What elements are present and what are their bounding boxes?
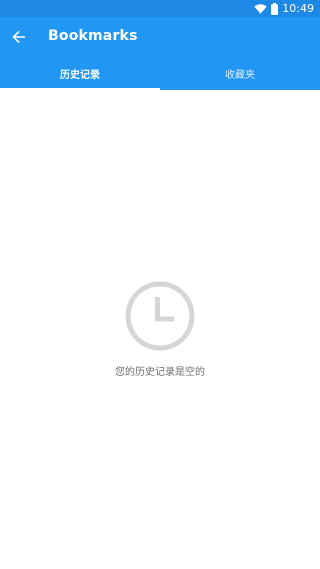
status-right: 10:49	[254, 1, 314, 16]
back-button[interactable]	[6, 24, 32, 50]
tab-indicator	[0, 88, 160, 90]
arrow-back-icon	[12, 30, 26, 44]
tab-bar: 历史记录 收藏夹	[0, 58, 320, 90]
tab-history[interactable]: 历史记录	[0, 58, 160, 90]
clock-icon	[124, 280, 196, 352]
battery-icon	[271, 2, 279, 15]
status-bar: 10:49	[0, 0, 320, 17]
app-bar: Bookmarks 历史记录 收藏夹	[0, 17, 320, 90]
empty-state: 您的历史记录是空的	[0, 280, 320, 378]
tab-favorites-label: 收藏夹	[225, 69, 255, 81]
empty-message: 您的历史记录是空的	[115, 367, 205, 378]
status-time: 10:49	[282, 2, 314, 15]
tab-favorites[interactable]: 收藏夹	[160, 58, 320, 90]
tab-history-label: 历史记录	[60, 69, 100, 81]
page-title: Bookmarks	[48, 28, 138, 44]
wifi-icon	[254, 3, 267, 14]
